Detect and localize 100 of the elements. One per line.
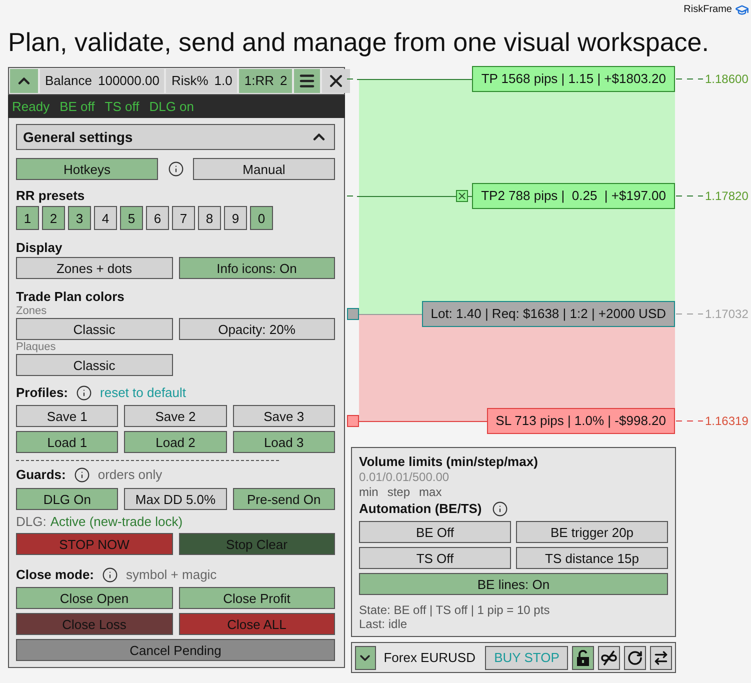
toggle-button[interactable]: TS distance 15p (516, 547, 668, 569)
preset-button[interactable]: 2 (42, 206, 65, 230)
profile-button[interactable]: Save 2 (124, 405, 227, 427)
section-title: Trade Plan colors (16, 289, 126, 305)
state-text: State: BE off | TS off | 1 pip = 10 pts (359, 603, 550, 617)
info-icon[interactable] (74, 467, 90, 483)
price-label: 1.16319 (705, 415, 748, 427)
toolbar-field[interactable]: 1:RR 2 (239, 69, 292, 93)
legend-text: step (387, 484, 410, 500)
section-title: Guards: (16, 467, 66, 483)
toggle-button[interactable]: BE lines: On (359, 573, 668, 595)
price-label: 1.17032 (705, 308, 748, 320)
level-plaque: Lot: 1.40 | Req: $1638 | 1:2 | +2000 USD (422, 301, 675, 327)
open-padlock-icon (576, 650, 590, 666)
close-action-button[interactable]: Close Open (16, 587, 172, 609)
preset-button[interactable]: 5 (120, 206, 143, 230)
close-button[interactable] (322, 69, 350, 93)
level-plaque: TP 1568 pips | 1.15 | +$1803.20 (472, 66, 675, 92)
dashed-line (347, 195, 355, 197)
tool-button[interactable] (624, 646, 646, 670)
toolbar-field[interactable]: Balance 100000.00 (40, 69, 164, 93)
toggle-button[interactable]: TS Off (359, 547, 511, 569)
collapse-button[interactable] (10, 69, 38, 93)
section-header[interactable]: General settings (16, 124, 335, 150)
section-title: Volume limits (min/step/max) (359, 454, 539, 470)
preset-button[interactable]: 4 (94, 206, 117, 230)
dashed-leader-line (676, 78, 703, 80)
mode-button[interactable]: Manual (193, 158, 335, 180)
option-button[interactable]: Opacity: 20% (178, 318, 335, 340)
expand-button[interactable] (355, 646, 376, 670)
info-icon[interactable] (102, 567, 118, 583)
status-text: TS off (104, 100, 140, 113)
price-label: 1.18600 (705, 73, 748, 85)
crossed-box-icon[interactable] (456, 190, 468, 202)
profile-button[interactable]: Load 2 (124, 431, 227, 453)
field-label: Zones (16, 305, 47, 317)
preset-button[interactable]: 7 (172, 206, 195, 230)
toggle-button[interactable]: Zones + dots (16, 257, 172, 279)
toggle-button[interactable]: DLG On (16, 488, 118, 510)
toggle-button[interactable]: BE Off (359, 521, 511, 543)
dashed-leader-line (676, 195, 703, 197)
section-title: Display (16, 240, 64, 256)
preset-button[interactable]: 1 (16, 206, 39, 230)
volume-values: 0.01/0.01/500.00 (359, 470, 450, 484)
preset-button[interactable]: 9 (224, 206, 247, 230)
menu-icon (298, 72, 316, 90)
profile-button[interactable]: Load 1 (16, 431, 118, 453)
graduation-cap-icon (735, 3, 749, 17)
square-handle[interactable] (347, 308, 359, 320)
info-icon[interactable] (76, 385, 92, 401)
status-text: DLG on (149, 100, 194, 113)
symbol-text: Forex EURUSD (384, 651, 476, 664)
info-icon[interactable] (492, 501, 508, 517)
toggle-button[interactable]: Info icons: On (178, 257, 335, 279)
tool-button[interactable] (598, 646, 620, 670)
refresh-icon (627, 650, 643, 666)
legend-text: min (359, 484, 378, 500)
square-handle[interactable] (347, 415, 359, 427)
level-plaque: TP2 788 pips | 0.25 | +$197.00 (472, 183, 675, 209)
option-button[interactable]: Classic (16, 318, 172, 340)
profile-button[interactable]: Save 3 (232, 405, 335, 427)
toggle-button[interactable]: BE trigger 20p (516, 521, 668, 543)
toggle-button[interactable]: Pre-send On (232, 488, 335, 510)
tool-button[interactable] (650, 646, 672, 670)
preset-button[interactable]: 8 (198, 206, 221, 230)
status-text: Ready (12, 100, 50, 113)
close-action-button[interactable]: Close Profit (178, 587, 335, 609)
level-plaque: SL 713 pips | 1.0% | -$998.20 (486, 408, 675, 434)
close-action-button[interactable]: Cancel Pending (16, 639, 335, 661)
brand-name: RiskFrame (684, 5, 732, 15)
mode-button[interactable]: Hotkeys (16, 158, 158, 180)
page-headline: Plan, validate, send and manage from one visual workspace. (8, 26, 709, 58)
section-title: Automation (BE/TS) (359, 501, 482, 517)
price-label: 1.17820 (705, 190, 748, 202)
swap-arrows-icon (653, 650, 669, 666)
option-button[interactable]: Classic (16, 354, 172, 376)
state-text: Last: idle (359, 617, 408, 631)
info-icon[interactable] (168, 161, 184, 177)
status-value: Active (new-trade lock) (50, 514, 183, 530)
preset-button[interactable]: 3 (68, 206, 91, 230)
note-text: symbol + magic (126, 567, 217, 583)
dashed-leader-line (676, 313, 703, 315)
field-label: Plaques (16, 341, 56, 353)
dashed-leader-line (676, 420, 703, 422)
profile-button[interactable]: Save 1 (16, 405, 118, 427)
status-label: DLG: (16, 514, 46, 530)
toggle-button[interactable]: Max DD 5.0% (124, 488, 227, 510)
status-text: BE off (60, 100, 95, 113)
section-title: Profiles: (16, 385, 68, 401)
tool-button[interactable] (572, 646, 594, 670)
profile-button[interactable]: Load 3 (232, 431, 335, 453)
section-title: RR presets (16, 188, 86, 204)
preset-button[interactable]: 6 (146, 206, 169, 230)
preset-button[interactable]: 0 (250, 206, 273, 230)
menu-button[interactable] (294, 69, 320, 93)
legend-text: max (419, 484, 442, 500)
section-title: Close mode: (16, 567, 94, 583)
note-text: orders only (98, 467, 162, 483)
toolbar-field[interactable]: Risk% 1.0 (166, 69, 238, 93)
slashed-loop-icon (600, 650, 618, 666)
